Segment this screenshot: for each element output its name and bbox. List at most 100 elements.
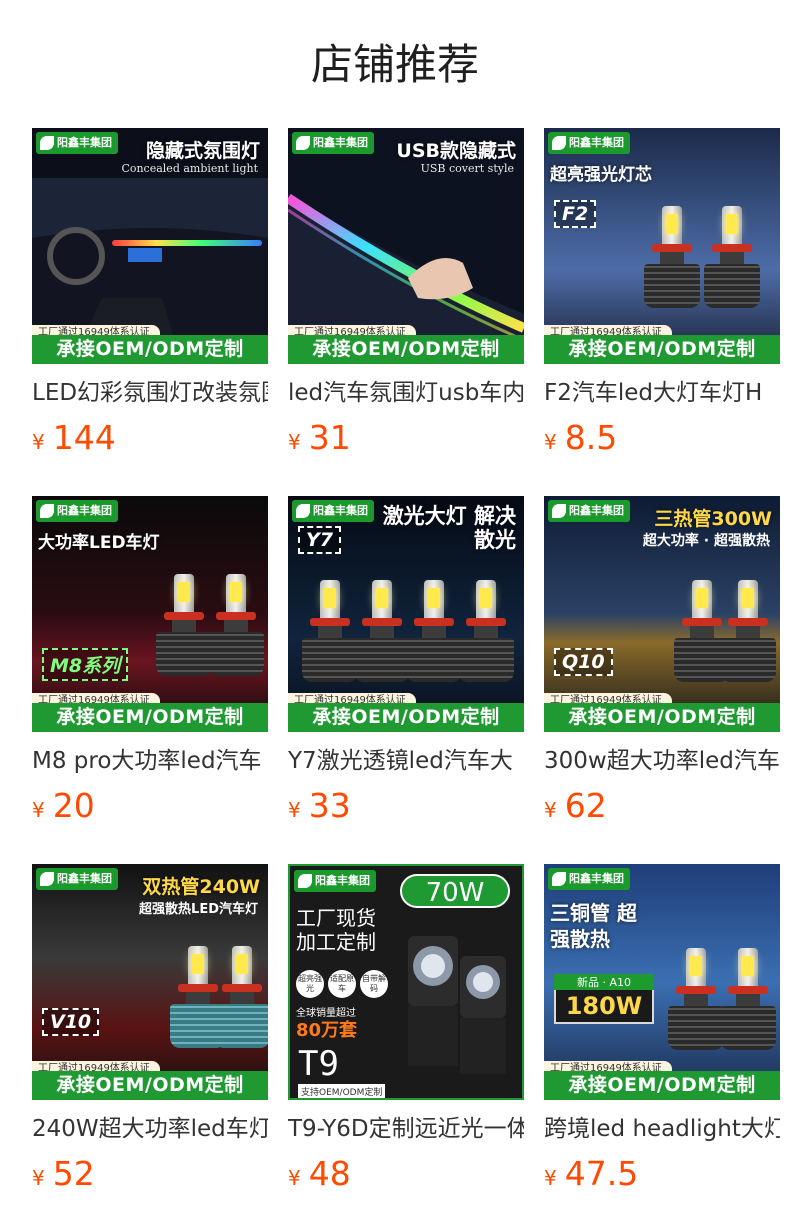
product-name[interactable]: M8 pro大功率led汽车 <box>32 745 268 777</box>
product-card[interactable]: 阳鑫丰集团 激光大灯 解决散光 Y7 工厂通过16949体系认证 承接OEM/O… <box>288 496 524 836</box>
promo-headline: 三热管300W <box>654 508 772 530</box>
feature-badge: 适配原车 <box>328 970 356 998</box>
leaf-icon <box>40 504 54 518</box>
product-card[interactable]: 阳鑫丰集团 双热管240W 超强散热LED汽车灯 V10 工厂通过16949体系… <box>32 864 268 1204</box>
promo-subline: 超大功率 · 超强散热 <box>642 533 770 549</box>
price-value: 8.5 <box>564 418 618 457</box>
page-title: 店铺推荐 <box>310 40 479 89</box>
cert-label: 工厂通过16949体系认证 <box>544 688 780 708</box>
product-name[interactable]: 300w超大功率led汽车 <box>544 745 780 777</box>
oem-banner: 承接OEM/ODM定制 <box>32 335 268 364</box>
sales-value: 80万套 <box>296 1020 358 1041</box>
brand-label: 阳鑫丰集团 <box>57 136 112 149</box>
product-image[interactable]: 阳鑫丰集团 大功率LED车灯 M8系列 工厂通过16949体系认证 承接OEM/… <box>32 496 268 732</box>
brand-badge: 阳鑫丰集团 <box>36 868 118 890</box>
product-card[interactable]: 阳鑫丰集团 超亮强光灯芯 F2 工厂通过16949体系认证 承接OEM/ODM定… <box>544 128 780 468</box>
product-price: ¥20 <box>32 784 95 828</box>
led-bulb-icon <box>208 540 264 676</box>
product-card[interactable]: 阳鑫丰集团 USB款隐藏式 USB covert style 工厂通过16949… <box>288 128 524 468</box>
model-tag: Y7 <box>298 526 341 554</box>
product-price: ¥48 <box>288 1152 351 1196</box>
product-name[interactable]: T9-Y6D定制远近光一体 <box>288 1113 524 1145</box>
promo-subline: 超强散热LED汽车灯 <box>139 902 258 917</box>
leaf-icon <box>40 136 54 150</box>
oem-banner: 承接OEM/ODM定制 <box>544 335 780 364</box>
leaf-icon <box>40 872 54 886</box>
product-name[interactable]: LED幻彩氛围灯改装氛围灯 <box>32 377 268 409</box>
new-product-label: 新品 · A10 <box>554 974 654 990</box>
product-image[interactable]: 阳鑫丰集团 超亮强光灯芯 F2 工厂通过16949体系认证 承接OEM/ODM定… <box>544 128 780 364</box>
brand-badge: 阳鑫丰集团 <box>548 868 630 890</box>
product-image[interactable]: 阳鑫丰集团 三热管300W 超大功率 · 超强散热 Q10 工厂通过16949体… <box>544 496 780 732</box>
product-card[interactable]: 阳鑫丰集团 隐藏式氛围灯 Concealed ambient light 工厂通… <box>32 128 268 468</box>
currency-symbol: ¥ <box>288 798 301 822</box>
brand-label: 阳鑫丰集团 <box>569 136 624 149</box>
cert-label: 工厂通过16949体系认证 <box>288 320 524 340</box>
product-price: ¥52 <box>32 1152 95 1196</box>
product-image[interactable]: 阳鑫丰集团 三铜管 超强散热 新品 · A10 180W 工厂通过16949体系… <box>544 864 780 1100</box>
model-tag: Q10 <box>554 648 613 676</box>
brand-badge: 阳鑫丰集团 <box>548 500 630 522</box>
promo-headline: 工厂现货 加工定制 <box>296 906 376 954</box>
currency-symbol: ¥ <box>544 1166 557 1190</box>
price-value: 52 <box>52 1154 95 1193</box>
led-bulb-icon <box>302 562 358 682</box>
product-price: ¥31 <box>288 416 351 460</box>
brand-label: 阳鑫丰集团 <box>57 504 112 517</box>
led-bulb-icon <box>720 924 776 1050</box>
promo-headline: 超亮强光灯芯 <box>550 165 652 185</box>
led-bulb-icon <box>704 184 760 308</box>
promo-subline: USB covert style <box>420 162 514 175</box>
brand-label: 阳鑫丰集团 <box>313 136 368 149</box>
led-bulb-icon <box>644 168 700 308</box>
product-image[interactable]: 阳鑫丰集团 隐藏式氛围灯 Concealed ambient light 工厂通… <box>32 128 268 364</box>
led-bulb-icon <box>720 562 776 682</box>
currency-symbol: ¥ <box>288 1166 301 1190</box>
product-card[interactable]: 阳鑫丰集团 三铜管 超强散热 新品 · A10 180W 工厂通过16949体系… <box>544 864 780 1204</box>
brand-label: 阳鑫丰集团 <box>315 874 370 887</box>
model-tag: F2 <box>554 200 597 228</box>
promo-headline: 双热管240W <box>142 876 260 898</box>
oem-banner: 承接OEM/ODM定制 <box>32 703 268 732</box>
product-card[interactable]: 阳鑫丰集团 三热管300W 超大功率 · 超强散热 Q10 工厂通过16949体… <box>544 496 780 836</box>
wattage-badge: 70W <box>400 874 510 908</box>
feature-badge: 超亮强光 <box>296 970 324 998</box>
oem-banner: 承接OEM/ODM定制 <box>288 703 524 732</box>
product-name[interactable]: led汽车氛围灯usb车内 <box>288 377 524 409</box>
product-image[interactable]: 阳鑫丰集团 双热管240W 超强散热LED汽车灯 V10 工厂通过16949体系… <box>32 864 268 1100</box>
leaf-icon <box>296 504 310 518</box>
wattage-badge: 180W <box>554 988 654 1024</box>
leaf-icon <box>296 136 310 150</box>
promo-subline: Concealed ambient light <box>121 162 258 175</box>
leaf-icon <box>552 872 566 886</box>
promo-headline: USB款隐藏式 <box>396 140 516 162</box>
product-name[interactable]: 240W超大功率led车灯 <box>32 1113 268 1145</box>
product-price: ¥144 <box>32 416 116 460</box>
brand-badge: 阳鑫丰集团 <box>548 132 630 154</box>
oem-banner: 承接OEM/ODM定制 <box>288 335 524 364</box>
feature-badges: 超亮强光 适配原车 自带解码 <box>296 970 388 998</box>
cert-label: 工厂通过16949体系认证 <box>544 320 780 340</box>
product-image[interactable]: 阳鑫丰集团 70W 工厂现货 加工定制 超亮强光 适配原车 自带解码 全球销量超… <box>288 864 524 1100</box>
product-image[interactable]: 阳鑫丰集团 激光大灯 解决散光 Y7 工厂通过16949体系认证 承接OEM/O… <box>288 496 524 732</box>
product-card[interactable]: 阳鑫丰集团 70W 工厂现货 加工定制 超亮强光 适配原车 自带解码 全球销量超… <box>288 864 524 1204</box>
price-value: 47.5 <box>564 1154 639 1193</box>
brand-badge: 阳鑫丰集团 <box>36 132 118 154</box>
led-bulb-icon <box>458 562 514 682</box>
currency-symbol: ¥ <box>32 798 45 822</box>
model-tag: V10 <box>42 1008 100 1036</box>
product-name[interactable]: Y7激光透镜led汽车大 <box>288 745 524 777</box>
brand-badge: 阳鑫丰集团 <box>36 500 118 522</box>
product-price: ¥33 <box>288 784 351 828</box>
feature-badge: 自带解码 <box>360 970 388 998</box>
product-name[interactable]: F2汽车led大灯车灯H <box>544 377 780 409</box>
price-value: 144 <box>52 418 116 457</box>
oem-banner: 承接OEM/ODM定制 <box>544 1071 780 1100</box>
product-name[interactable]: 跨境led headlight大灯 <box>544 1113 780 1145</box>
product-image[interactable]: 阳鑫丰集团 USB款隐藏式 USB covert style 工厂通过16949… <box>288 128 524 364</box>
price-value: 20 <box>52 786 95 825</box>
product-card[interactable]: 阳鑫丰集团 大功率LED车灯 M8系列 工厂通过16949体系认证 承接OEM/… <box>32 496 268 836</box>
price-value: 31 <box>308 418 351 457</box>
product-price: ¥62 <box>544 784 607 828</box>
brand-badge: 阳鑫丰集团 <box>292 500 374 522</box>
